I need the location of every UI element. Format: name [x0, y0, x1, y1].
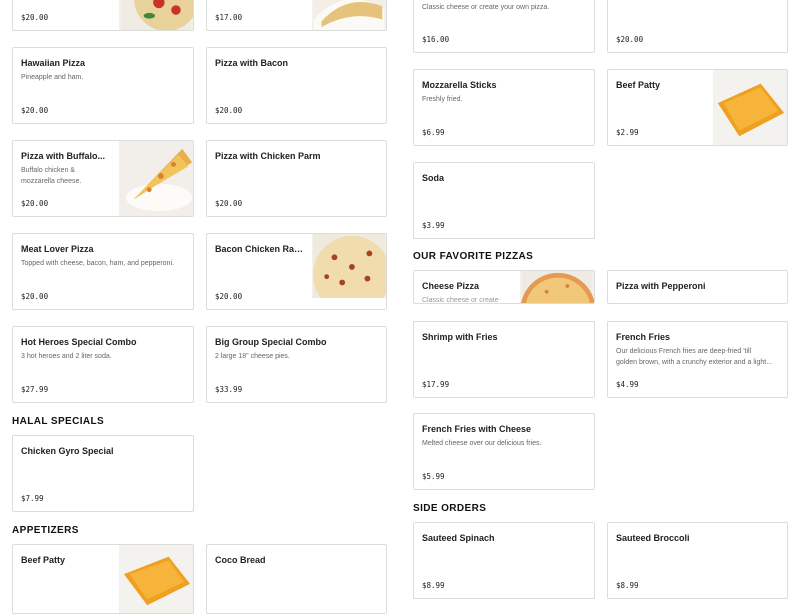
menu-item-card[interactable]: Sauteed Spinach $8.99	[413, 522, 595, 599]
item-price: $20.00	[21, 13, 49, 22]
menu-item-card[interactable]: $20.00	[12, 0, 194, 31]
item-price: $4.99	[616, 380, 639, 389]
item-price: $33.99	[215, 385, 243, 394]
item-price: $17.00	[215, 13, 243, 22]
item-description: Topped with cheese, bacon, ham, and pepp…	[21, 260, 174, 267]
beef-patty-image	[713, 70, 787, 145]
menu-item-card[interactable]: Bacon Chicken Ranch... $20.00	[206, 233, 387, 310]
section-heading-favorite-pizzas: OUR FAVORITE PIZZAS	[413, 251, 534, 262]
menu-item-card[interactable]: French Fries with Cheese Melted cheese o…	[413, 413, 595, 490]
item-price: $20.00	[215, 199, 243, 208]
item-name: Coco Bread	[215, 555, 266, 565]
menu-item-card[interactable]: Hot Heroes Special Combo 3 hot heroes an…	[12, 326, 194, 403]
buffalo-pizza-slice-image	[119, 141, 193, 216]
item-name: Big Group Special Combo	[215, 337, 327, 347]
pizza-margherita-image	[119, 0, 193, 30]
item-description: Classic cheese or create	[422, 297, 499, 304]
menu-item-card[interactable]: Chicken Gyro Special $7.99	[12, 435, 194, 512]
item-name: Soda	[422, 173, 445, 183]
menu-item-card[interactable]: Mozzarella Sticks Freshly fried. $6.99	[413, 69, 595, 146]
item-price: $3.99	[422, 221, 445, 230]
item-description-line: Buffalo chicken &	[21, 167, 75, 174]
menu-item-card[interactable]: $20.00	[607, 0, 788, 53]
menu-item-card[interactable]: Pizza with Bacon $20.00	[206, 47, 387, 124]
item-description: 2 large 18" cheese pies.	[215, 353, 290, 360]
item-description: Pineapple and ham.	[21, 74, 84, 81]
menu-item-card[interactable]: Cheese Pizza Classic cheese or create	[413, 270, 595, 304]
menu-item-card[interactable]: French Fries Our delicious French fries …	[607, 321, 788, 398]
beef-patty-image	[119, 545, 193, 613]
item-price: $20.00	[215, 106, 243, 115]
item-description: Buffalo chicken & mozzarella cheese.	[21, 165, 113, 187]
menu-item-card[interactable]: $17.00	[206, 0, 387, 31]
menu-item-card[interactable]: Classic cheese or create your own pizza.…	[413, 0, 595, 53]
menu-item-card[interactable]: Shrimp with Fries $17.99	[413, 321, 595, 398]
calzone-image	[312, 0, 386, 30]
item-price: $20.00	[21, 199, 49, 208]
item-price: $2.99	[616, 128, 639, 137]
item-description: 3 hot heroes and 2 liter soda.	[21, 353, 112, 360]
section-heading-side-orders: SIDE ORDERS	[413, 503, 487, 514]
item-name: Shrimp with Fries	[422, 332, 498, 342]
menu-item-card[interactable]: Pizza with Buffalo... Buffalo chicken & …	[12, 140, 194, 217]
item-description-line: mozzarella cheese.	[21, 178, 82, 185]
item-description: Melted cheese over our delicious fries.	[422, 440, 542, 447]
item-name: Bacon Chicken Ranch...	[215, 244, 305, 254]
menu-item-card[interactable]: Meat Lover Pizza Topped with cheese, bac…	[12, 233, 194, 310]
section-heading-halal-specials: HALAL SPECIALS	[12, 416, 105, 427]
item-description: Classic cheese or create your own pizza.	[422, 4, 550, 11]
item-name: Pizza with Bacon	[215, 58, 289, 68]
item-price: $20.00	[616, 35, 644, 44]
item-price: $8.99	[422, 581, 445, 590]
item-name: Chicken Gyro Special	[21, 446, 114, 456]
item-name: Pizza with Chicken Parm	[215, 151, 321, 161]
item-name: Hawaiian Pizza	[21, 58, 86, 68]
menu-item-card[interactable]: Coco Bread	[206, 544, 387, 614]
item-name: Hot Heroes Special Combo	[21, 337, 137, 347]
menu-item-card[interactable]: Hawaiian Pizza Pineapple and ham. $20.00	[12, 47, 194, 124]
cheese-pizza-image	[520, 271, 594, 303]
item-name: Pizza with Buffalo...	[21, 151, 106, 161]
item-name: French Fries	[616, 332, 671, 342]
item-price: $6.99	[422, 128, 445, 137]
item-name: French Fries with Cheese	[422, 424, 532, 434]
item-price: $5.99	[422, 472, 445, 481]
item-description: Freshly fried.	[422, 96, 463, 103]
item-price: $27.99	[21, 385, 49, 394]
menu-item-card[interactable]: Pizza with Chicken Parm $20.00	[206, 140, 387, 217]
item-price: $20.00	[21, 106, 49, 115]
item-description-line: Our delicious French fries are deep-frie…	[616, 348, 752, 355]
item-name: Beef Patty	[21, 555, 66, 565]
item-name: Mozzarella Sticks	[422, 80, 497, 90]
menu-item-card[interactable]: Sauteed Broccoli $8.99	[607, 522, 788, 599]
item-price: $20.00	[215, 292, 243, 301]
menu-item-card[interactable]: Soda $3.99	[413, 162, 595, 239]
item-price: $17.99	[422, 380, 450, 389]
item-name: Sauteed Broccoli	[616, 533, 690, 543]
item-price: $16.00	[422, 35, 450, 44]
item-description: Our delicious French fries are deep-frie…	[616, 346, 772, 368]
item-name: Pizza with Pepperoni	[616, 281, 706, 291]
menu-item-card[interactable]: Big Group Special Combo 2 large 18" chee…	[206, 326, 387, 403]
item-name: Cheese Pizza	[422, 281, 480, 291]
item-name: Sauteed Spinach	[422, 533, 495, 543]
menu-item-card[interactable]: Beef Patty $2.99	[607, 69, 788, 146]
item-price: $8.99	[616, 581, 639, 590]
menu-item-card[interactable]: Beef Patty	[12, 544, 194, 614]
item-price: $20.00	[21, 292, 49, 301]
section-heading-appetizers: APPETIZERS	[12, 525, 79, 536]
item-name: Meat Lover Pizza	[21, 244, 94, 254]
item-price: $7.99	[21, 494, 44, 503]
item-description-line: golden brown, with a crunchy exterior an…	[616, 359, 773, 366]
bacon-ranch-pizza-image	[312, 234, 386, 298]
item-name: Beef Patty	[616, 80, 661, 90]
menu-item-card[interactable]: Pizza with Pepperoni	[607, 270, 788, 304]
